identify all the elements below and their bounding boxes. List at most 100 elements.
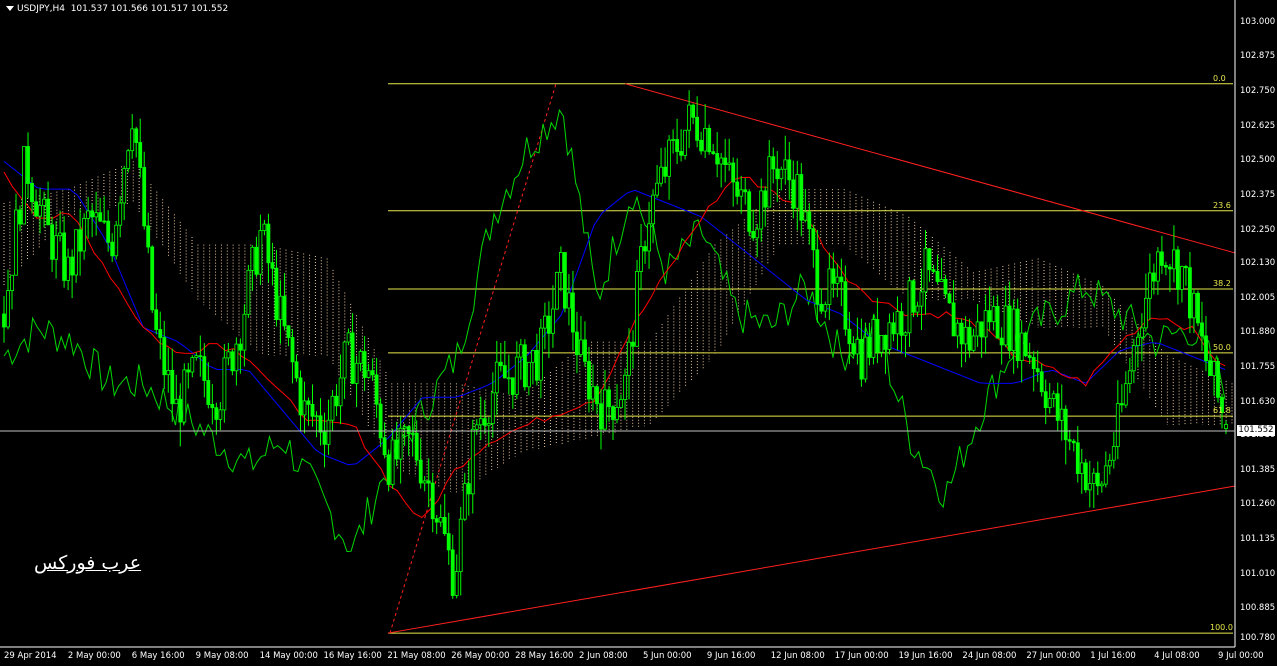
bullish-candle-body — [518, 344, 523, 358]
bearish-candle-body — [1027, 355, 1032, 358]
bearish-candle-body — [202, 356, 207, 381]
bearish-candle-body — [418, 459, 423, 484]
bearish-candle-body — [482, 418, 487, 426]
bullish-candle-body — [174, 398, 179, 405]
bullish-candle-body — [1123, 383, 1128, 406]
bullish-candle-body — [258, 230, 263, 275]
bullish-candle-body — [354, 362, 359, 384]
bullish-candle-body — [390, 439, 395, 485]
bearish-candle-body — [987, 310, 992, 323]
trend-line-support — [387, 485, 1236, 634]
price-tick-label: 100.885 — [1240, 603, 1276, 614]
dropdown-triangle-icon[interactable] — [6, 6, 14, 11]
bullish-candle-body — [342, 341, 347, 379]
bearish-candle-body — [775, 168, 780, 180]
bearish-candle-body — [1083, 462, 1088, 491]
bearish-candle-body — [1043, 391, 1048, 409]
bullish-candle-body — [827, 268, 832, 305]
time-tick-label: 2 May 00:00 — [67, 651, 121, 661]
bearish-candle-body — [1196, 292, 1200, 324]
bullish-candle-body — [703, 127, 707, 152]
bullish-candle-body — [559, 252, 563, 273]
bearish-candle-body — [547, 315, 551, 334]
bearish-candle-body — [386, 454, 391, 485]
time-tick-label: 24 Jun 08:00 — [962, 651, 1017, 661]
bearish-candle-body — [587, 361, 591, 400]
bullish-candle-body — [1011, 308, 1016, 352]
bullish-candle-body — [1148, 272, 1152, 299]
bearish-candle-body — [210, 403, 215, 409]
fibonacci-level-label: 50.0 — [1213, 342, 1231, 352]
bullish-candle-body — [903, 332, 908, 336]
bullish-candle-body — [246, 269, 251, 315]
bearish-candle-body — [859, 338, 864, 380]
bullish-candle-body — [983, 310, 988, 338]
bearish-candle-body — [158, 329, 163, 338]
bearish-candle-body — [318, 415, 323, 433]
bearish-candle-body — [1015, 308, 1020, 362]
bullish-candle-body — [1115, 403, 1120, 447]
bearish-candle-body — [446, 533, 451, 551]
bullish-candle-body — [514, 356, 519, 395]
bullish-candle-body — [54, 235, 58, 260]
bearish-candle-body — [1119, 403, 1124, 406]
tenkan-sen-line — [3, 171, 1226, 519]
bullish-candle-body — [506, 377, 511, 380]
time-tick-label: 28 May 16:00 — [515, 651, 574, 661]
bearish-candle-body — [18, 209, 22, 225]
bearish-candle-body — [142, 167, 147, 227]
bullish-candle-body — [567, 292, 571, 309]
bullish-candle-body — [991, 305, 996, 323]
bullish-candle-body — [863, 336, 868, 380]
bullish-candle-body — [603, 389, 607, 430]
bullish-candle-body — [86, 210, 90, 219]
chart-window[interactable]: USDJPY,H4 101.537 101.566 101.517 101.55… — [0, 0, 1277, 666]
bullish-candle-body — [555, 271, 559, 310]
bearish-candle-body — [595, 386, 599, 405]
bearish-candle-body — [62, 232, 66, 281]
bullish-candle-body — [182, 369, 187, 423]
bullish-candle-body — [971, 335, 976, 351]
bullish-candle-body — [82, 217, 86, 252]
bearish-candle-body — [1095, 472, 1100, 487]
bearish-candle-body — [170, 369, 175, 405]
bearish-candle-body — [707, 127, 712, 153]
price-tick-label: 102.625 — [1240, 120, 1276, 131]
bearish-candle-body — [691, 104, 695, 118]
price-chart[interactable] — [0, 0, 1277, 666]
price-tick-label: 101.260 — [1240, 499, 1276, 510]
bearish-candle-body — [947, 293, 952, 304]
bullish-candle-body — [330, 395, 335, 421]
bearish-candle-body — [274, 267, 279, 321]
bearish-candle-body — [1023, 332, 1028, 357]
bullish-candle-body — [923, 248, 928, 293]
bullish-candle-body — [1019, 332, 1024, 362]
bearish-candle-body — [1184, 266, 1188, 269]
bearish-candle-body — [78, 229, 82, 252]
bearish-candle-body — [731, 162, 736, 183]
bearish-candle-body — [1188, 267, 1192, 319]
ohlc-low: 101.517 — [150, 4, 189, 14]
bearish-candle-body — [811, 228, 816, 251]
bullish-candle-body — [783, 159, 788, 170]
price-tick-label: 102.130 — [1240, 258, 1276, 269]
bullish-candle-body — [302, 400, 307, 416]
bearish-candle-body — [298, 377, 303, 416]
bullish-candle-body — [615, 406, 619, 420]
bearish-candle-body — [134, 128, 139, 143]
time-tick-label: 9 Jul 00:00 — [1218, 651, 1264, 661]
bullish-candle-body — [490, 392, 495, 424]
bearish-candle-body — [30, 182, 34, 203]
bullish-candle-body — [1140, 327, 1144, 338]
time-tick-label: 1 Jul 16:00 — [1090, 651, 1136, 661]
bearish-candle-body — [799, 174, 804, 221]
bullish-candle-body — [939, 278, 944, 282]
bullish-candle-body — [358, 351, 363, 364]
bearish-candle-body — [162, 337, 167, 376]
bullish-candle-body — [803, 211, 808, 221]
trend-line-resistance — [624, 83, 1236, 254]
time-tick-label: 27 Jun 00:00 — [1026, 651, 1081, 661]
bearish-candle-body — [442, 517, 447, 535]
bearish-candle-body — [1071, 440, 1076, 444]
bullish-candle-body — [551, 308, 555, 334]
